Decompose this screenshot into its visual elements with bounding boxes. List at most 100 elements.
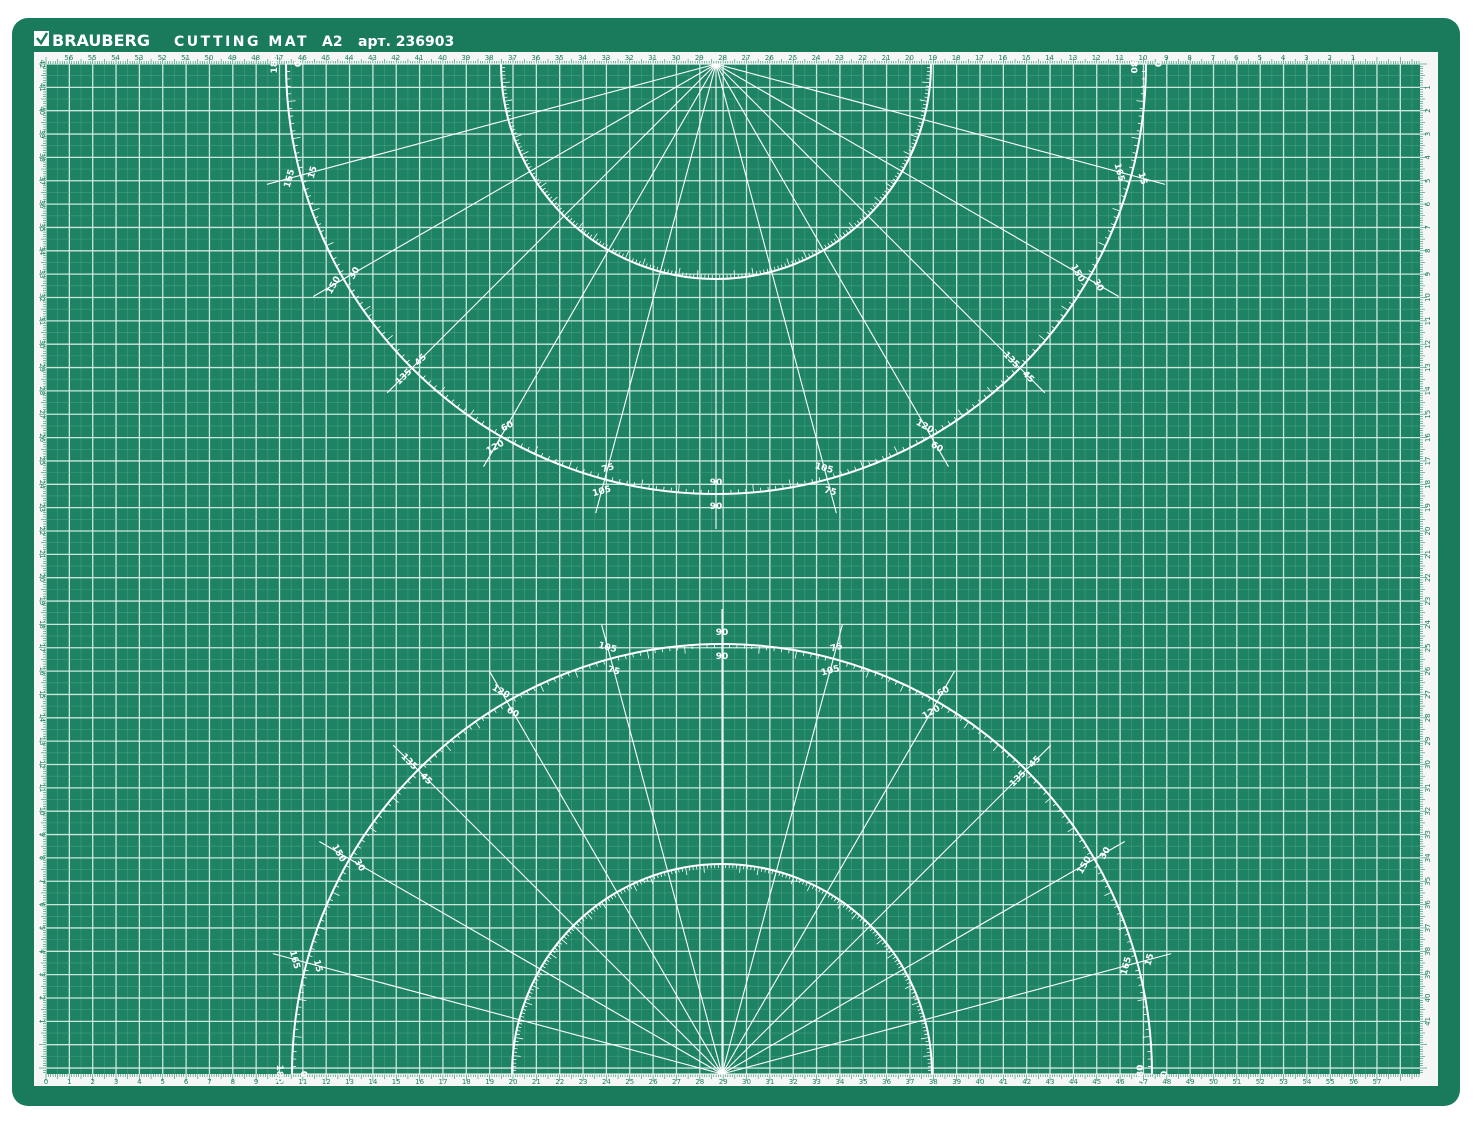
ruler-label-bottom: 14 — [368, 1078, 377, 1086]
ruler-label-top: 19 — [928, 54, 937, 62]
ruler-label-left: 42 — [38, 60, 46, 69]
ruler-label-bottom: 52 — [1256, 1078, 1265, 1086]
ruler-label-right: 12 — [1424, 340, 1432, 349]
ruler-label-right: 30 — [1424, 760, 1432, 769]
ruler-label-top: 22 — [858, 54, 867, 62]
ruler-label-top: 50 — [204, 54, 213, 62]
ruler-label-left: 9 — [38, 832, 46, 836]
protractor-degree-tick — [692, 865, 694, 871]
ruler-label-bottom: 40 — [976, 1078, 985, 1086]
protractor-degree-tick — [296, 1013, 301, 1016]
ruler-label-left: 39 — [38, 130, 46, 139]
ruler-label-bottom: 12 — [322, 1078, 331, 1086]
ruler-label-top: 28 — [718, 54, 727, 62]
protractor-degree-tick — [925, 1044, 931, 1046]
ruler-label-top: 29 — [695, 54, 704, 62]
ruler-label-bottom: 15 — [392, 1078, 401, 1086]
ruler-label-left: 10 — [38, 807, 46, 816]
ruler-label-right: 39 — [1424, 970, 1432, 979]
ruler-label-top: 31 — [648, 54, 657, 62]
ruler-label-left: 2 — [38, 996, 46, 1000]
ruler-label-right: 17 — [1424, 456, 1432, 465]
protractor-degree-tick — [513, 1044, 519, 1046]
ruler-label-left: 34 — [38, 246, 46, 255]
ruler-label-bottom: 38 — [929, 1078, 938, 1086]
ruler-label-top: 11 — [1115, 54, 1124, 62]
ruler-label-right: 7 — [1424, 225, 1432, 229]
protractor-degree-tick — [780, 648, 783, 653]
ruler-label-left: 6 — [38, 902, 46, 907]
ruler-label-bottom: 4 — [137, 1078, 142, 1086]
ruler-label-bottom: 24 — [602, 1078, 611, 1086]
ruler-label-bottom: 5 — [161, 1078, 165, 1086]
ruler-label-right: 27 — [1424, 690, 1432, 699]
ruler-label-left: 4 — [38, 949, 46, 954]
ruler-label-left: 38 — [38, 153, 46, 162]
ruler-label-right: 40 — [1424, 994, 1432, 1003]
ruler-label-left: 24 — [38, 480, 46, 489]
ruler-label-bottom: 2 — [90, 1078, 94, 1086]
ruler-label-bottom: 30 — [742, 1078, 751, 1086]
ruler-label-left: 14 — [38, 713, 46, 722]
protractor-degree-tick — [685, 272, 688, 277]
protractor-degree-label: 90 — [716, 652, 729, 662]
ruler-label-right: 29 — [1424, 737, 1432, 746]
ruler-label-top: 3 — [1304, 54, 1308, 62]
ruler-label-top: 34 — [578, 54, 587, 62]
ruler-label-left: 31 — [38, 316, 46, 325]
ruler-label-right: 10 — [1424, 293, 1432, 302]
brand-name: BRAUBERG — [52, 31, 150, 50]
ruler-label-left: 16 — [38, 667, 46, 676]
ruler-label-top: 1 — [1351, 54, 1355, 62]
protractor-degree-label: 0 — [298, 1071, 308, 1077]
ruler-label-top: 53 — [134, 54, 143, 62]
ruler-label-left: 25 — [38, 456, 46, 465]
ruler-label-right: 38 — [1424, 947, 1432, 956]
ruler-label-top: 30 — [671, 54, 680, 62]
ruler-label-right: 2 — [1424, 108, 1432, 112]
protractor-degree-label: 180 — [274, 1065, 284, 1084]
ruler-label-top: 48 — [251, 54, 260, 62]
ruler-label-bottom: 54 — [1302, 1078, 1311, 1086]
ruler-label-top: 38 — [485, 54, 494, 62]
ruler-label-bottom: 57 — [1372, 1078, 1381, 1086]
ruler-label-bottom: 19 — [485, 1078, 494, 1086]
ruler-label-right: 15 — [1424, 410, 1432, 419]
ruler-label-top: 25 — [788, 54, 797, 62]
protractor-degree-tick — [655, 485, 658, 490]
ruler-label-right: 13 — [1424, 363, 1432, 372]
ruler-label-right: 26 — [1424, 666, 1432, 675]
protractor-degree-label: 0 — [1152, 61, 1162, 67]
ruler-label-top: 55 — [88, 54, 97, 62]
ruler-label-right: 25 — [1424, 643, 1432, 652]
ruler-label-top: 40 — [438, 54, 447, 62]
ruler-label-top: 17 — [975, 54, 984, 62]
ruler-label-bottom: 27 — [672, 1078, 681, 1086]
ruler-label-right: 32 — [1424, 807, 1432, 816]
ruler-label-left: 26 — [38, 433, 46, 442]
ruler-label-right: 35 — [1424, 877, 1432, 886]
ruler-label-bottom: 36 — [882, 1078, 891, 1086]
ruler-label-bottom: 20 — [509, 1078, 518, 1086]
ruler-label-bottom: 25 — [625, 1078, 634, 1086]
ruler-label-top: 13 — [1068, 54, 1077, 62]
ruler-label-top: 12 — [1092, 54, 1101, 62]
ruler-label-bottom: 0 — [44, 1078, 48, 1086]
ruler-label-right: 21 — [1424, 550, 1432, 559]
ruler-label-top: 27 — [742, 54, 751, 62]
ruler-label-bottom: 28 — [695, 1078, 704, 1086]
ruler-label-top: 23 — [835, 54, 844, 62]
ruler-label-left: 11 — [38, 783, 46, 792]
ruler-label-bottom: 50 — [1209, 1078, 1218, 1086]
ruler-label-left: 30 — [38, 340, 46, 349]
ruler-label-bottom: 26 — [649, 1078, 658, 1086]
ruler-label-right: 28 — [1424, 713, 1432, 722]
protractor-degree-label: 0 — [294, 61, 304, 67]
ruler-label-top: 41 — [415, 54, 424, 62]
ruler-label-right: 11 — [1424, 316, 1432, 325]
ruler-label-right: 33 — [1424, 830, 1432, 839]
ruler-label-top: 56 — [64, 54, 73, 62]
ruler-label-top: 5 — [1257, 54, 1261, 62]
ruler-label-top: 39 — [461, 54, 470, 62]
ruler-label-bottom: 22 — [555, 1078, 564, 1086]
